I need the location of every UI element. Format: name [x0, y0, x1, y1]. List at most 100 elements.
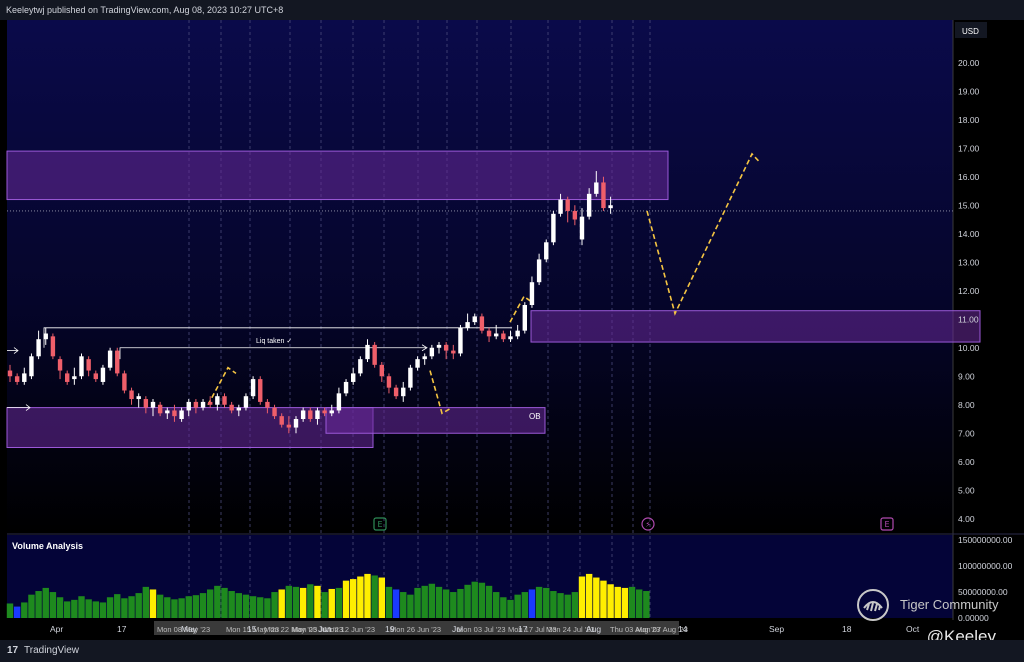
marker-letter: E — [884, 520, 889, 529]
candle-body — [386, 376, 392, 388]
time-tick-label: 18 — [842, 624, 852, 634]
price-tick-label: 16.00 — [958, 172, 980, 182]
volume-bar — [71, 599, 78, 618]
price-tick-label: 17.00 — [958, 143, 980, 153]
candle-body — [150, 401, 156, 408]
volume-panel-title: Volume Analysis — [12, 541, 84, 551]
candle-body — [522, 305, 527, 331]
candle-body — [351, 373, 356, 382]
candle-body — [536, 259, 542, 283]
candle-body — [408, 367, 413, 388]
volume-bar — [228, 591, 235, 618]
volume-bar — [56, 597, 64, 618]
price-tick-label: 14.00 — [958, 229, 980, 239]
order-block-zone — [6, 150, 669, 201]
candle-body — [343, 381, 349, 394]
volume-bar — [521, 592, 528, 618]
price-pane-background — [7, 20, 953, 533]
candle-body — [115, 350, 120, 374]
time-tick-label: 14 — [678, 624, 688, 634]
time-tick-label: Jul — [452, 624, 463, 634]
price-tick-label: 13.00 — [958, 257, 980, 267]
volume-bar — [235, 593, 242, 618]
volume-bar — [507, 599, 514, 618]
candle-body — [365, 344, 370, 360]
candle-body — [401, 387, 406, 397]
price-chart[interactable]: 21.0020.0019.0018.0017.0016.0015.0014.00… — [0, 0, 1024, 662]
volume-bar — [178, 598, 185, 618]
volume-bar — [285, 585, 293, 618]
volume-bar — [114, 594, 121, 618]
volume-bar — [156, 594, 164, 618]
marker-letter: E — [377, 520, 382, 529]
volume-bar — [121, 598, 128, 618]
volume-bar — [450, 592, 457, 618]
volume-bar — [249, 596, 257, 618]
volume-bar — [564, 594, 571, 618]
candle-body — [79, 356, 84, 377]
candle-body — [100, 367, 106, 382]
volume-tick-label: 100000000.00 — [958, 561, 1013, 571]
volume-bar — [64, 601, 71, 618]
volume-bar — [607, 584, 614, 618]
price-tick-label: 15.00 — [958, 200, 980, 210]
candle-body — [300, 410, 306, 419]
price-tick-label: 19.00 — [958, 86, 980, 96]
candle-body — [286, 424, 292, 428]
candle-body — [608, 205, 613, 209]
candle-body — [293, 419, 299, 428]
volume-bar — [42, 587, 49, 618]
price-tick-label: 20.00 — [958, 58, 980, 68]
volume-bar — [385, 586, 393, 618]
volume-bar — [471, 581, 478, 618]
candle-body — [265, 401, 270, 408]
volume-bar — [478, 582, 486, 618]
volume-bar — [128, 596, 135, 618]
candle-body — [179, 410, 184, 419]
volume-bar — [357, 576, 364, 618]
candle-body — [143, 399, 149, 408]
volume-bar — [314, 585, 321, 618]
candle-body — [501, 333, 506, 340]
volume-bar — [149, 589, 157, 618]
candle-body — [243, 396, 249, 408]
volume-bar — [207, 589, 214, 618]
candle-body — [393, 387, 399, 397]
price-tick-label: 8.00 — [958, 400, 975, 410]
time-tick-label: 17 — [518, 624, 528, 634]
time-tick-label: 17 — [117, 624, 127, 634]
volume-bar — [557, 593, 564, 618]
candle-body — [36, 339, 41, 357]
volume-bar — [493, 592, 500, 618]
volume-bar — [28, 594, 35, 618]
price-tick-label: 4.00 — [958, 514, 975, 524]
volume-bar — [350, 579, 357, 618]
candle-body — [229, 404, 234, 411]
candle-body — [250, 379, 256, 397]
volume-bar — [614, 586, 621, 618]
candle-body — [586, 193, 592, 217]
candle-body — [107, 350, 113, 368]
session-date-label: Mon 03 Jul '23 — [457, 625, 506, 634]
candle-body — [486, 330, 492, 337]
volume-bar — [242, 594, 250, 618]
volume-bar — [435, 586, 443, 618]
volume-bar — [321, 592, 328, 618]
candle-body — [429, 347, 435, 357]
volume-bar — [99, 602, 107, 618]
candle-body — [465, 322, 470, 328]
volume-bar — [335, 587, 343, 618]
candle-body — [379, 364, 384, 377]
candle-body — [65, 373, 70, 382]
volume-bar — [528, 589, 536, 618]
candle-body — [544, 242, 549, 260]
price-tick-label: 6.00 — [958, 457, 975, 467]
volume-tick-label: 150000000.00 — [958, 535, 1013, 545]
candle-body — [236, 407, 241, 411]
candle-body — [29, 356, 34, 377]
volume-bar — [85, 599, 92, 618]
candle-body — [72, 376, 77, 380]
time-tick-label: Aug — [586, 624, 601, 634]
volume-bar — [578, 576, 586, 618]
candle-body — [415, 359, 420, 368]
